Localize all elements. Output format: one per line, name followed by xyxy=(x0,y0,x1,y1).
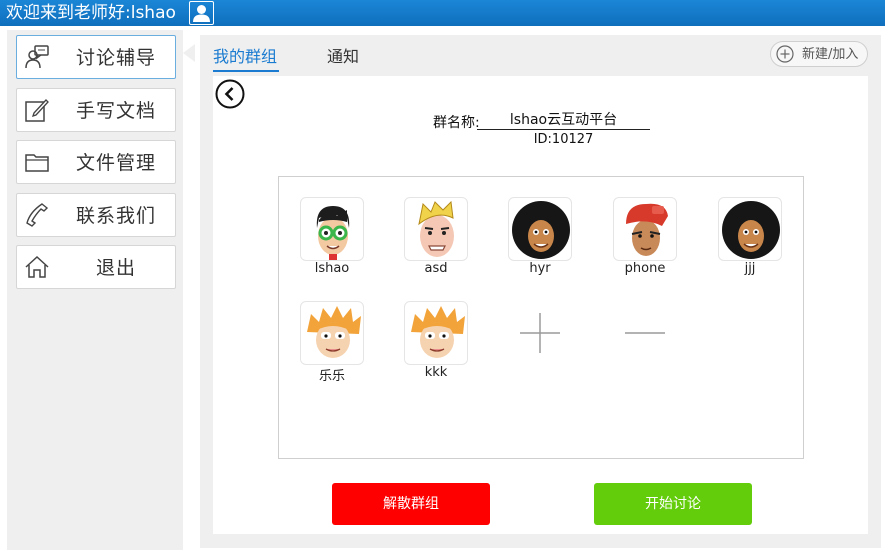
sidebar-item-handwriting[interactable]: 手写文档 xyxy=(16,88,176,132)
new-join-button[interactable]: 新建/加入 xyxy=(770,41,868,67)
user-profile-button[interactable] xyxy=(189,1,214,25)
minus-icon[interactable] xyxy=(613,301,677,365)
title-bar: 欢迎来到老师好:lshao xyxy=(0,0,885,26)
group-name-value: lshao云互动平台 xyxy=(477,112,650,130)
sidebar-item-discussion[interactable]: 讨论辅导 xyxy=(16,35,176,79)
member-name: jjj xyxy=(744,261,756,276)
orange-hair-guy-avatar xyxy=(300,301,364,365)
folder-icon xyxy=(25,154,49,172)
member-item[interactable]: jjj xyxy=(710,197,790,283)
member-name: hyr xyxy=(529,261,551,276)
member-item[interactable]: 乐乐 xyxy=(292,301,372,387)
sidebar-item-files[interactable]: 文件管理 xyxy=(16,140,176,184)
orange-hair-guy-avatar xyxy=(404,301,468,365)
member-item[interactable]: hyr xyxy=(500,197,580,283)
group-detail-card: 群名称: lshao云互动平台 ID:10127 lshao asd hyr p… xyxy=(213,76,868,534)
back-arrow-icon[interactable] xyxy=(215,79,245,109)
sidebar-item-logout[interactable]: 退出 xyxy=(16,245,176,289)
tab-my-groups[interactable]: 我的群组 xyxy=(213,46,277,68)
welcome-title: 欢迎来到老师好:lshao xyxy=(6,3,176,23)
member-item[interactable]: kkk xyxy=(396,301,476,387)
active-tab-underline xyxy=(213,70,279,72)
member-name: 乐乐 xyxy=(318,369,345,384)
member-name: lshao xyxy=(314,261,350,276)
person-icon xyxy=(193,5,210,22)
active-indicator-caret xyxy=(183,44,195,62)
sidebar: 讨论辅导 手写文档 文件管理 联系我们 退出 xyxy=(7,30,183,550)
member-name: kkk xyxy=(424,365,448,380)
tab-notifications[interactable]: 通知 xyxy=(327,46,359,68)
pen-edit-icon xyxy=(25,99,49,122)
sidebar-item-label: 文件管理 xyxy=(75,152,156,174)
blond-guy-avatar xyxy=(404,197,468,261)
plus-icon[interactable] xyxy=(508,301,572,365)
sidebar-item-label: 退出 xyxy=(95,257,136,279)
group-id: ID:10127 xyxy=(533,132,594,147)
sidebar-item-label: 手写文档 xyxy=(75,100,156,122)
sidebar-item-contact[interactable]: 联系我们 xyxy=(16,193,176,237)
member-name: phone xyxy=(624,261,666,276)
home-icon xyxy=(25,255,49,278)
dissolve-group-button[interactable]: 解散群组 xyxy=(332,483,490,525)
glasses-guy-avatar xyxy=(300,197,364,261)
sidebar-item-label: 联系我们 xyxy=(75,205,156,227)
start-discussion-button[interactable]: 开始讨论 xyxy=(594,483,752,525)
member-item[interactable]: asd xyxy=(396,197,476,283)
afro-guy-avatar xyxy=(508,197,572,261)
red-cap-guy-avatar xyxy=(613,197,677,261)
member-name: asd xyxy=(424,261,448,276)
phone-icon xyxy=(26,203,49,227)
member-item[interactable]: phone xyxy=(605,197,685,283)
discussion-icon xyxy=(25,45,49,69)
group-name-label: 群名称: xyxy=(433,115,480,131)
new-join-label: 新建/加入 xyxy=(802,47,859,62)
sidebar-item-label: 讨论辅导 xyxy=(75,47,156,69)
afro-guy-avatar xyxy=(718,197,782,261)
plus-circle-icon xyxy=(776,45,794,63)
group-name-row: 群名称: lshao云互动平台 xyxy=(213,112,868,132)
member-item[interactable]: lshao xyxy=(292,197,372,283)
member-grid: lshao asd hyr phone jjj 乐乐 kkk xyxy=(278,176,804,459)
main-panel: 我的群组 通知 新建/加入 群名称: lshao云互动平台 ID:10127 l… xyxy=(200,35,881,548)
